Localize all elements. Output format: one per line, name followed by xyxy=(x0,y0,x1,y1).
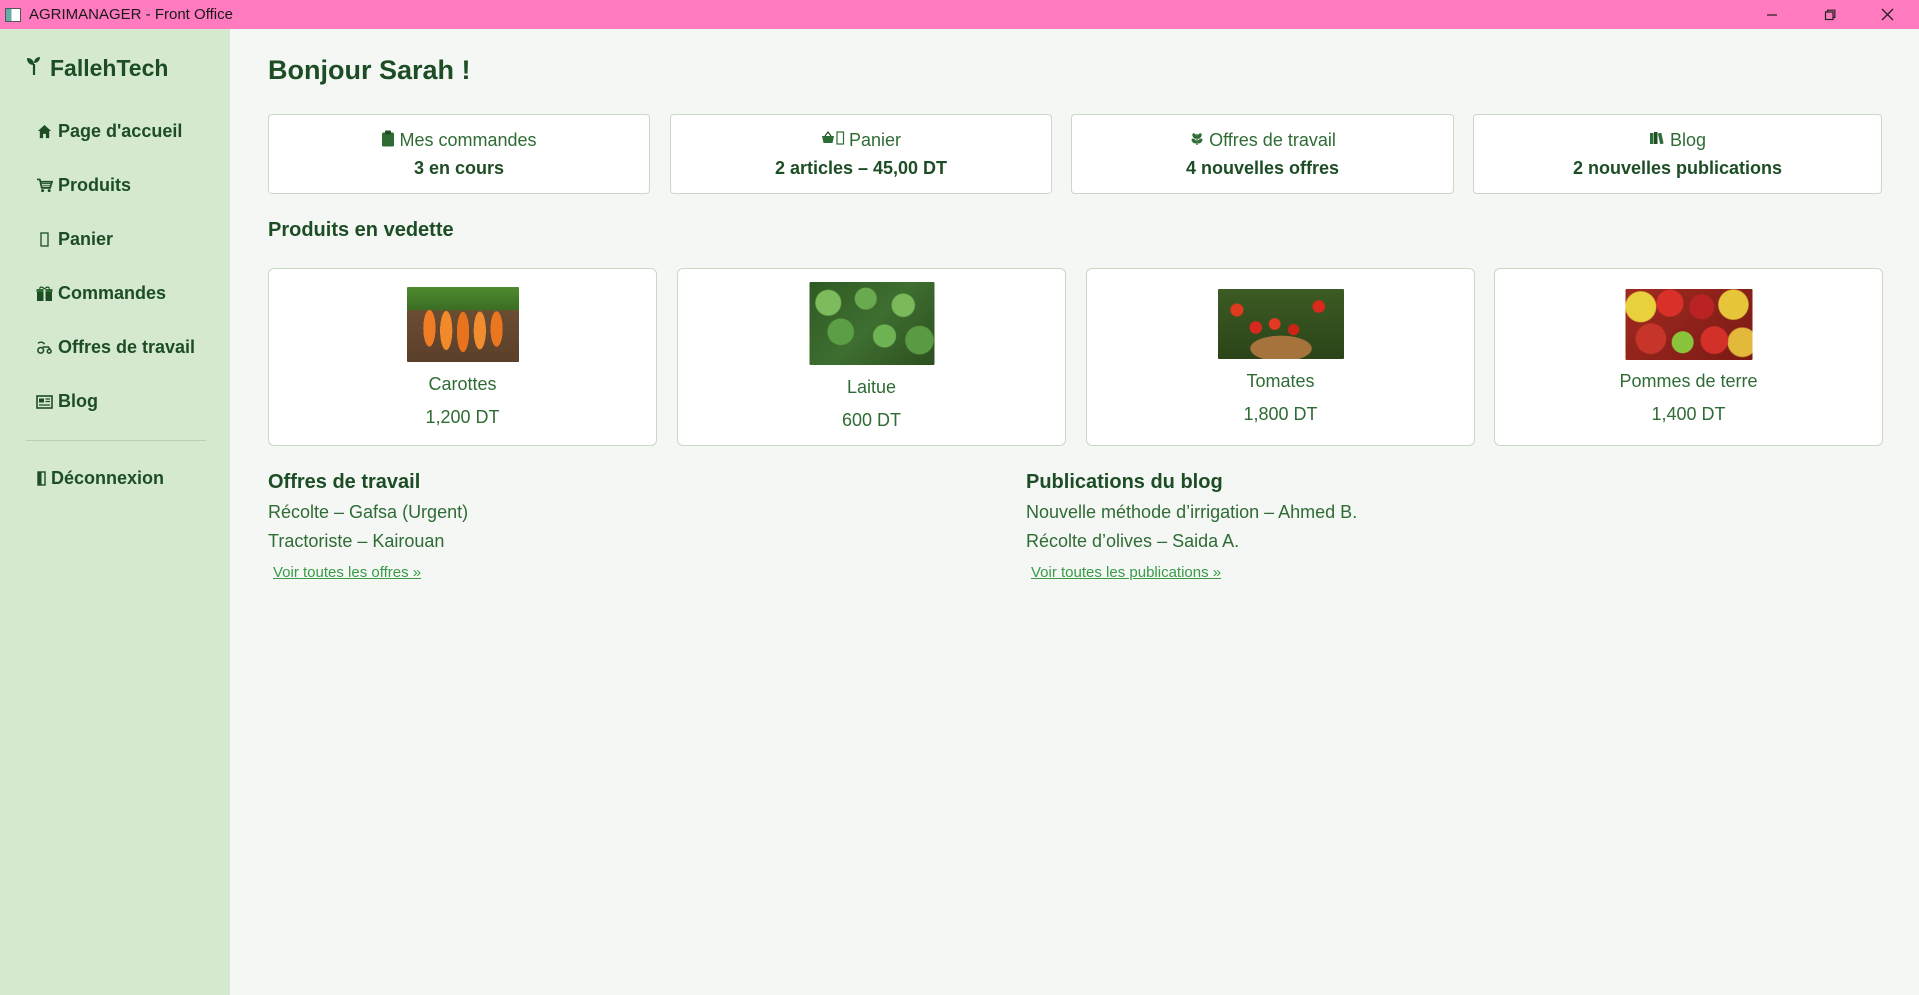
stat-label: Blog xyxy=(1669,129,1707,150)
product-card-tomates[interactable]: Tomates 1,800 DT xyxy=(1086,268,1475,446)
stat-value: 4 nouvelles offres xyxy=(1185,157,1340,178)
stat-card-blog[interactable]: Blog 2 nouvelles publications xyxy=(1473,114,1882,194)
package-icon xyxy=(36,286,53,302)
view-all-posts-link[interactable]: Voir toutes les publications » xyxy=(1031,564,1221,581)
minimize-button[interactable] xyxy=(1743,0,1801,29)
product-image xyxy=(1625,289,1752,360)
product-card-laitue[interactable]: Laitue 600 DT xyxy=(677,268,1066,446)
blog-post-item[interactable]: Nouvelle méthode d’irrigation – Ahmed B. xyxy=(1026,502,1357,523)
page-title: Bonjour Sarah ! xyxy=(268,55,471,85)
product-card-pommes[interactable]: Pommes de terre 1,400 DT xyxy=(1494,268,1883,446)
product-image xyxy=(406,287,519,362)
stat-value: 3 en cours xyxy=(413,157,505,178)
sprout-icon xyxy=(26,56,42,82)
jobs-section-title: Offres de travail xyxy=(268,471,421,493)
sidebar-item-home[interactable]: Page d'accueil xyxy=(36,121,182,142)
product-price: 600 DT xyxy=(841,410,902,430)
product-name: Laitue xyxy=(846,377,897,397)
stat-label: Panier xyxy=(848,129,902,150)
minimize-icon xyxy=(1767,13,1777,16)
sidebar-item-label: Offres de travail xyxy=(58,337,196,357)
wheat-icon xyxy=(1189,131,1205,150)
window-title: AGRIMANAGER - Front Office xyxy=(29,6,233,23)
window-app-icon xyxy=(5,7,21,22)
stat-card-offres[interactable]: Offres de travail 4 nouvelles offres xyxy=(1071,114,1454,194)
product-price: 1,200 DT xyxy=(425,407,500,427)
door-icon xyxy=(36,471,46,486)
close-button[interactable] xyxy=(1858,0,1916,29)
stat-card-commandes[interactable]: Mes commandes 3 en cours xyxy=(268,114,650,194)
cart-icon xyxy=(36,178,53,193)
window-title-bar: AGRIMANAGER - Front Office xyxy=(0,0,1919,29)
job-offer-item[interactable]: Récolte – Gafsa (Urgent) xyxy=(268,502,468,523)
sidebar-item-produits[interactable]: Produits xyxy=(36,175,131,196)
sidebar-item-panier[interactable]: Panier xyxy=(36,229,113,250)
home-icon xyxy=(36,124,53,139)
books-icon xyxy=(1649,131,1666,149)
restore-button[interactable] xyxy=(1801,0,1859,29)
sidebar-divider xyxy=(26,440,206,441)
product-price: 1,800 DT xyxy=(1243,404,1318,424)
product-image xyxy=(1217,289,1344,359)
logout-button[interactable]: Déconnexion xyxy=(36,468,164,489)
stat-label: Mes commandes xyxy=(399,129,537,150)
restore-icon xyxy=(1824,9,1836,20)
sidebar: FallehTech Page d'accueil Produits Panie… xyxy=(0,29,230,995)
blog-post-item[interactable]: Récolte d’olives – Saida A. xyxy=(1026,531,1239,552)
sidebar-item-label: Produits xyxy=(58,175,132,195)
brand-name: FallehTech xyxy=(50,55,169,81)
stat-label: Offres de travail xyxy=(1209,129,1336,150)
sidebar-item-label: Commandes xyxy=(58,283,167,303)
sidebar-item-offres[interactable]: Offres de travail xyxy=(36,337,195,358)
product-name: Pommes de terre xyxy=(1619,371,1758,391)
job-offer-item[interactable]: Tractoriste – Kairouan xyxy=(268,531,444,552)
view-all-offers-link[interactable]: Voir toutes les offres » xyxy=(273,564,421,581)
clipboard-icon xyxy=(381,130,395,151)
stat-value: 2 nouvelles publications xyxy=(1572,157,1783,178)
brand[interactable]: FallehTech xyxy=(26,55,168,82)
close-icon xyxy=(1881,8,1893,21)
sidebar-item-label: Panier xyxy=(58,229,114,249)
sidebar-item-label: Page d'accueil xyxy=(58,121,183,141)
stat-value: 2 articles – 45,00 DT xyxy=(774,157,948,178)
featured-products-title: Produits en vedette xyxy=(268,219,454,241)
tractor-icon xyxy=(36,340,53,355)
product-image xyxy=(809,282,934,365)
newspaper-icon xyxy=(36,394,53,409)
basket-icon xyxy=(821,131,845,149)
sidebar-item-label: Blog xyxy=(58,391,98,411)
sidebar-item-blog[interactable]: Blog xyxy=(36,391,98,412)
product-card-carottes[interactable]: Carottes 1,200 DT xyxy=(268,268,657,446)
product-name: Tomates xyxy=(1246,371,1315,391)
blog-section-title: Publications du blog xyxy=(1026,471,1223,493)
product-name: Carottes xyxy=(428,374,497,394)
logout-label: Déconnexion xyxy=(51,468,165,488)
product-price: 1,400 DT xyxy=(1651,404,1726,424)
basket-icon xyxy=(36,232,53,247)
sidebar-item-commandes[interactable]: Commandes xyxy=(36,283,166,304)
stat-card-panier[interactable]: Panier 2 articles – 45,00 DT xyxy=(670,114,1052,194)
